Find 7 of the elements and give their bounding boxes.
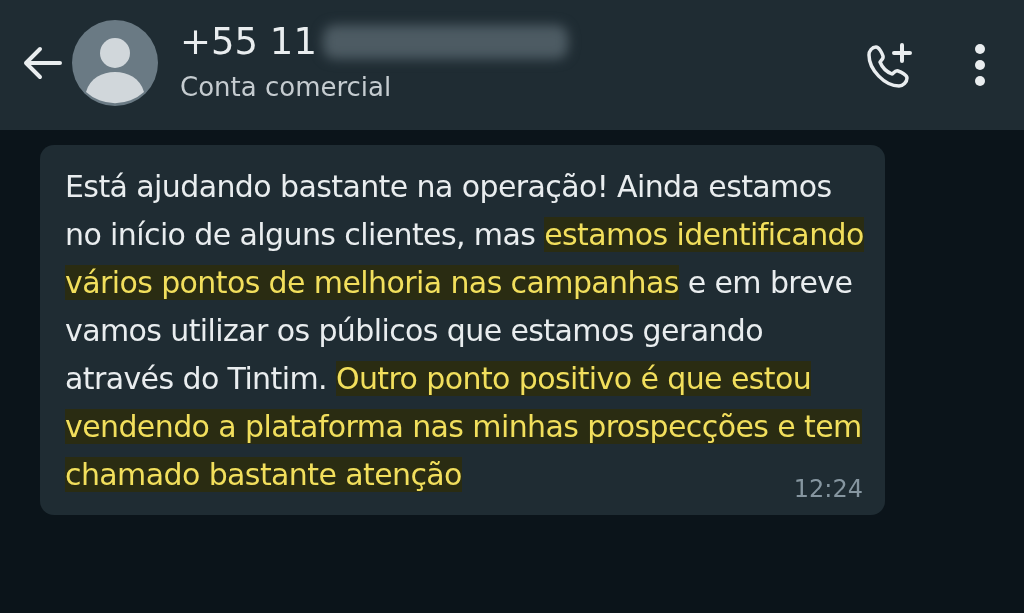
back-arrow-icon[interactable] xyxy=(22,46,62,80)
add-call-icon[interactable] xyxy=(866,41,914,89)
message-time: 12:24 xyxy=(793,475,863,503)
avatar-icon[interactable] xyxy=(72,20,158,106)
contact-name: +55 11 xyxy=(180,19,317,65)
contact-subtitle: Conta comercial xyxy=(180,71,393,104)
menu-icon[interactable] xyxy=(974,43,986,87)
